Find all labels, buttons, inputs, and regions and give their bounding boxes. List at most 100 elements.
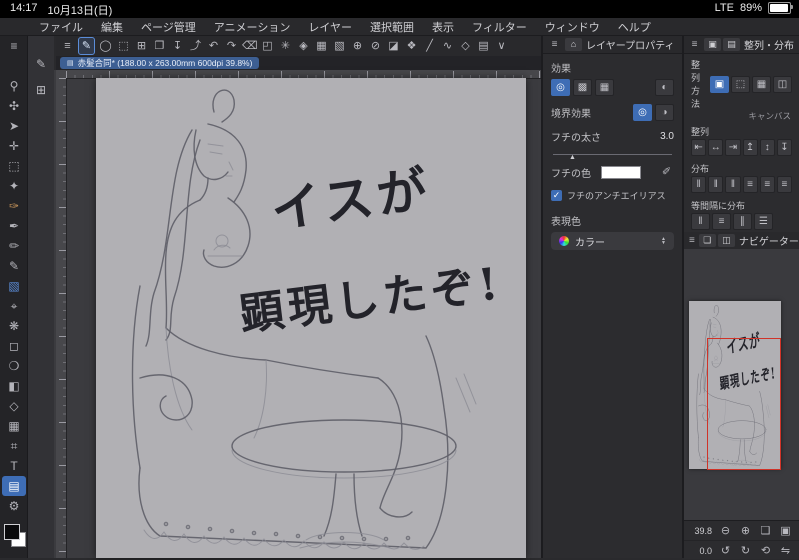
menu-item[interactable]: レイヤー — [299, 19, 361, 35]
flip-horizontal-icon[interactable]: ⇋ — [779, 543, 792, 559]
distribute-left-icon[interactable]: ‖ — [691, 176, 707, 193]
operation-tool[interactable]: ➤ — [2, 116, 26, 136]
align-panel-tab-icon[interactable]: ▣ — [704, 38, 721, 51]
menu-item[interactable]: ファイル — [30, 19, 92, 35]
align-target-selection-icon[interactable]: ⬚ — [731, 75, 750, 93]
eraser-tool[interactable]: ◻ — [2, 336, 26, 356]
share-icon[interactable]: ⤴ — [188, 38, 203, 54]
expression-color-dropdown[interactable]: カラー ▲ ▼ — [551, 232, 674, 250]
align-v-center-icon[interactable]: ↕ — [759, 139, 775, 156]
snap-grid-icon[interactable]: ▦ — [314, 38, 329, 54]
equal-gap-h-icon[interactable]: ∥ — [733, 213, 752, 230]
grid-toggle-icon[interactable]: ▤ — [476, 38, 491, 54]
clear-icon[interactable]: ⌫ — [242, 38, 258, 54]
new-canvas-icon[interactable]: ⊞ — [134, 38, 149, 54]
panel-menu-icon[interactable]: ≡ — [689, 233, 695, 249]
selection-add-icon[interactable]: ⊕ — [350, 38, 365, 54]
material-palette-icon[interactable]: ❖ — [404, 38, 419, 54]
fit-screen-icon[interactable]: ❑ — [759, 523, 772, 539]
undo-icon[interactable]: ↶ — [206, 38, 221, 54]
edge-icon[interactable]: ◎ — [633, 104, 652, 121]
watercolor-edge-icon[interactable]: ◑ — [655, 104, 674, 121]
align-target-object-icon[interactable]: ▦ — [752, 75, 771, 93]
menu-item[interactable]: ページ管理 — [132, 19, 205, 35]
rotate-cw-icon[interactable]: ↻ — [739, 543, 752, 559]
distribute-bottom-icon[interactable]: ≡ — [776, 176, 793, 193]
line-tool-icon[interactable]: ╱ — [422, 38, 437, 54]
decoration-tool[interactable]: ❋ — [2, 316, 26, 336]
menu-item[interactable]: アニメーション — [205, 19, 300, 35]
pen-tool[interactable]: ✒ — [2, 216, 26, 236]
open-file-icon[interactable]: ❐ — [152, 38, 167, 54]
menu-item[interactable]: フィルター — [463, 19, 536, 35]
save-icon[interactable]: ↧ — [170, 38, 185, 54]
border-width-value[interactable]: 3.0 — [660, 131, 674, 142]
zoom-out-icon[interactable]: ⊖ — [719, 523, 732, 539]
menu-item[interactable]: 編集 — [92, 19, 132, 35]
hand-tool[interactable]: ✣ — [2, 96, 26, 116]
selection-clear-icon[interactable]: ⊘ — [368, 38, 383, 54]
pencil-tool[interactable]: ✏ — [2, 236, 26, 256]
auto-select-tool[interactable]: ✦ — [2, 176, 26, 196]
distribute-panel-tab-icon[interactable]: ▤ — [723, 38, 740, 51]
align-bottom-icon[interactable]: ↧ — [776, 139, 793, 156]
align-h-center-icon[interactable]: ↔ — [708, 139, 724, 156]
equal-gap-v-icon[interactable]: ☰ — [754, 213, 773, 230]
zoom-in-icon[interactable]: ⊕ — [739, 523, 752, 539]
color-picker-icon[interactable]: ✐ — [659, 164, 674, 180]
navigator-view-rect[interactable] — [707, 338, 781, 470]
quick-access-icon[interactable]: ⊞ — [34, 82, 49, 98]
navigator-tab-icon[interactable]: ❏ — [698, 234, 716, 247]
tone-icon[interactable]: ▩ — [573, 79, 592, 96]
selection-invert-icon[interactable]: ◪ — [386, 38, 401, 54]
equal-space-v-icon[interactable]: ≡ — [712, 213, 731, 230]
navigator-viewport[interactable] — [684, 249, 799, 520]
antialias-checkbox[interactable]: ✓ — [551, 190, 562, 201]
tool-palette-menu-icon[interactable]: ≡ — [0, 38, 28, 54]
main-menu-icon[interactable]: ≡ — [60, 38, 75, 54]
frame-border-tool[interactable]: ▦ — [2, 416, 26, 436]
align-scope-value[interactable]: キャンバス — [684, 110, 799, 122]
brush-size-icon[interactable]: ◯ — [98, 38, 113, 54]
align-right-icon[interactable]: ⇥ — [725, 139, 741, 156]
document-tab[interactable]: ▤ 赤髪合同* (188.00 x 263.00mm 600dpi 39.8%) — [60, 57, 260, 69]
border-effect-icon[interactable]: ◎ — [551, 79, 570, 96]
subtool-pen-icon[interactable]: ✎ — [34, 56, 49, 72]
reset-rotation-icon[interactable]: ⟲ — [759, 543, 772, 559]
border-width-slider[interactable]: ▲ — [553, 146, 672, 161]
snap-ruler-icon[interactable]: ✳ — [278, 38, 293, 54]
panel-menu-icon[interactable]: ≡ — [548, 37, 561, 53]
current-tool-icon[interactable]: ✎ — [78, 37, 95, 55]
rotation-value[interactable]: 0.0 — [690, 546, 712, 556]
more-tools-icon[interactable]: ∨ — [494, 38, 509, 54]
snap-special-ruler-icon[interactable]: ◈ — [296, 38, 311, 54]
zoom-value[interactable]: 39.8 — [690, 526, 712, 536]
distribute-top-icon[interactable]: ≡ — [742, 176, 758, 193]
rotate-ccw-icon[interactable]: ↺ — [719, 543, 732, 559]
layer-move-tool[interactable]: ✛ — [2, 136, 26, 156]
eyedropper-tool[interactable]: ✑ — [2, 196, 26, 216]
ruler-tool[interactable]: ⌗ — [2, 436, 26, 456]
blend-tool[interactable]: ❍ — [2, 356, 26, 376]
figure-tool[interactable]: ◇ — [2, 396, 26, 416]
distribute-v-center-icon[interactable]: ≡ — [759, 176, 775, 193]
distribute-h-center-icon[interactable]: ‖ — [708, 176, 724, 193]
figure-tool-icon[interactable]: ◇ — [458, 38, 473, 54]
curve-tool-icon[interactable]: ∿ — [440, 38, 455, 54]
align-target-canvas-icon[interactable]: ▣ — [710, 75, 729, 93]
material-tool[interactable]: ▤ — [2, 476, 26, 496]
extract-line-icon[interactable]: ▦ — [595, 79, 614, 96]
border-color-swatch[interactable] — [601, 165, 641, 179]
equal-space-h-icon[interactable]: ‖ — [691, 213, 710, 230]
align-left-icon[interactable]: ⇤ — [691, 139, 707, 156]
selection-tool[interactable]: ⬚ — [2, 156, 26, 176]
text-tool[interactable]: T — [2, 456, 26, 476]
subtool-detail-tool[interactable]: ⚙ — [2, 496, 26, 516]
color-swatch[interactable] — [3, 522, 27, 548]
brush-tool[interactable]: ✎ — [2, 256, 26, 276]
distribute-right-icon[interactable]: ‖ — [725, 176, 741, 193]
fill-tool[interactable]: ◧ — [2, 376, 26, 396]
navigator-thumbnail[interactable] — [689, 301, 781, 470]
redo-icon[interactable]: ↷ — [224, 38, 239, 54]
actual-size-icon[interactable]: ▣ — [779, 523, 792, 539]
